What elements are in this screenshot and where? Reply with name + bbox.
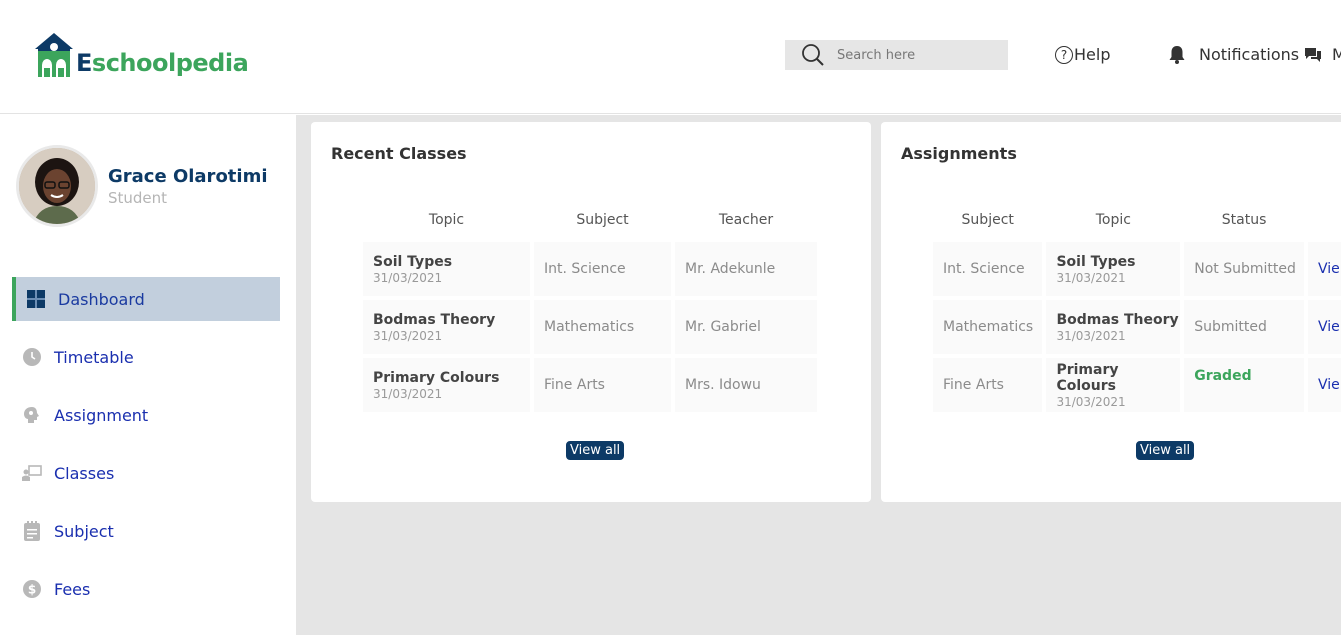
assignments-table: Subject Topic Status Int. Science Soil T… (929, 198, 1341, 416)
sidebar: Grace Olarotimi Student Dashboard Timeta… (0, 115, 296, 635)
subject-cell: Mathematics (933, 300, 1043, 354)
help-icon: ? (1055, 45, 1073, 64)
column-header: Subject (961, 212, 1014, 228)
column-header: Topic (428, 212, 465, 228)
sidebar-item-assignment[interactable]: Assignment (12, 393, 280, 437)
recent-classes-card: Recent Classes Topic Subject Teacher Soi… (311, 122, 871, 502)
sidebar-item-label: Assignment (54, 405, 149, 425)
table-row[interactable]: Int. Science Soil Types 31/03/2021 Not Su… (933, 242, 1341, 296)
help-label: Help (1074, 45, 1111, 64)
topic-name: Bodmas Theory (1056, 311, 1179, 328)
topic-date: 31/03/2021 (373, 270, 443, 285)
status-cell: Not Submitted (1184, 242, 1305, 296)
sidebar-item-label: Subject (54, 521, 114, 541)
help-link[interactable]: ? Help (1055, 45, 1110, 64)
subject-cell: Mathematics (534, 300, 671, 354)
view-link[interactable]: Vie (1308, 300, 1341, 354)
topic-date: 31/03/2021 (1056, 394, 1126, 409)
topic-name: Soil Types (373, 253, 453, 270)
table-row[interactable]: Primary Colours 31/03/2021 Fine Arts Mrs.… (363, 358, 817, 412)
topic-date: 31/03/2021 (1056, 328, 1126, 343)
notifications-label: Notifications (1199, 45, 1300, 64)
topic-date: 31/03/2021 (373, 386, 443, 401)
dollar-icon: $ (22, 579, 42, 599)
logo[interactable]: Eschoolpedia (34, 28, 249, 78)
view-all-button[interactable]: View all (1136, 441, 1195, 460)
avatar (16, 145, 98, 227)
notifications-link[interactable]: Notifications (1168, 45, 1299, 64)
teacher-cell: Mr. Gabriel (675, 300, 817, 354)
sidebar-item-subject[interactable]: Subject (12, 509, 280, 553)
notepad-icon (22, 521, 42, 541)
sidebar-item-label: Dashboard (58, 289, 145, 309)
sidebar-item-fees[interactable]: $ Fees (12, 567, 280, 611)
svg-text:$: $ (28, 583, 36, 597)
top-header: Eschoolpedia ? Help Notifications M (0, 0, 1341, 114)
card-title: Assignments (901, 144, 1017, 163)
user-profile[interactable]: Grace Olarotimi Student (16, 145, 268, 227)
main-content: Recent Classes Topic Subject Teacher Soi… (296, 115, 1341, 635)
subject-cell: Fine Arts (534, 358, 671, 412)
status-badge: Graded (1184, 358, 1305, 412)
sidebar-item-timetable[interactable]: Timetable (12, 335, 280, 379)
brain-icon (22, 405, 42, 425)
table-row[interactable]: Mathematics Bodmas Theory 31/03/2021 Subm… (933, 300, 1341, 354)
topic-name: Bodmas Theory (373, 311, 496, 328)
column-header: Topic (1095, 212, 1131, 228)
table-row[interactable]: Bodmas Theory 31/03/2021 Mathematics Mr. … (363, 300, 817, 354)
subject-cell: Fine Arts (933, 358, 1043, 412)
search-bar[interactable] (785, 40, 1008, 70)
view-link[interactable]: Vie (1308, 358, 1341, 412)
topic-name: Soil Types (1056, 253, 1136, 270)
profile-name: Grace Olarotimi (108, 165, 268, 187)
sidebar-item-dashboard[interactable]: Dashboard (12, 277, 280, 321)
column-header: Status (1221, 212, 1267, 228)
messages-label: M (1332, 45, 1341, 64)
assignments-card: Assignments Subject Topic Status Int. Sc… (881, 122, 1341, 502)
column-header (1308, 202, 1341, 238)
messages-link[interactable]: M (1304, 45, 1341, 64)
topic-name: Primary Colours (1056, 361, 1119, 394)
house-logo-icon (35, 33, 73, 77)
classroom-icon (22, 463, 42, 483)
view-link[interactable]: Vie (1308, 242, 1341, 296)
profile-role: Student (108, 188, 168, 207)
subject-cell: Int. Science (534, 242, 671, 296)
topic-name: Primary Colours (373, 369, 500, 386)
chat-icon (1305, 47, 1321, 62)
teacher-cell: Mr. Adekunle (675, 242, 817, 296)
logo-text: Eschoolpedia (76, 49, 249, 77)
column-header: Teacher (718, 212, 774, 228)
sidebar-item-label: Timetable (54, 347, 134, 367)
sidebar-item-label: Fees (54, 579, 91, 599)
topic-date: 31/03/2021 (1056, 270, 1126, 285)
subject-cell: Int. Science (933, 242, 1043, 296)
recent-classes-table: Topic Subject Teacher Soil Types 31/03/20… (359, 198, 821, 416)
status-cell: Submitted (1184, 300, 1305, 354)
table-row[interactable]: Fine Arts Primary Colours 31/03/2021 Grad… (933, 358, 1341, 412)
search-icon (802, 44, 824, 66)
topic-date: 31/03/2021 (373, 328, 443, 343)
search-input[interactable] (837, 47, 997, 63)
column-header: Subject (576, 212, 629, 228)
teacher-cell: Mrs. Idowu (675, 358, 817, 412)
clock-icon (22, 347, 42, 367)
sidebar-item-label: Classes (54, 463, 115, 483)
sidebar-nav: Dashboard Timetable Assignment Classes S… (12, 277, 280, 625)
sidebar-item-classes[interactable]: Classes (12, 451, 280, 495)
bell-icon (1169, 46, 1185, 64)
table-row[interactable]: Soil Types 31/03/2021 Int. Science Mr. Ad… (363, 242, 817, 296)
dashboard-icon (26, 289, 46, 309)
view-all-button[interactable]: View all (566, 441, 625, 460)
card-title: Recent Classes (331, 144, 467, 163)
